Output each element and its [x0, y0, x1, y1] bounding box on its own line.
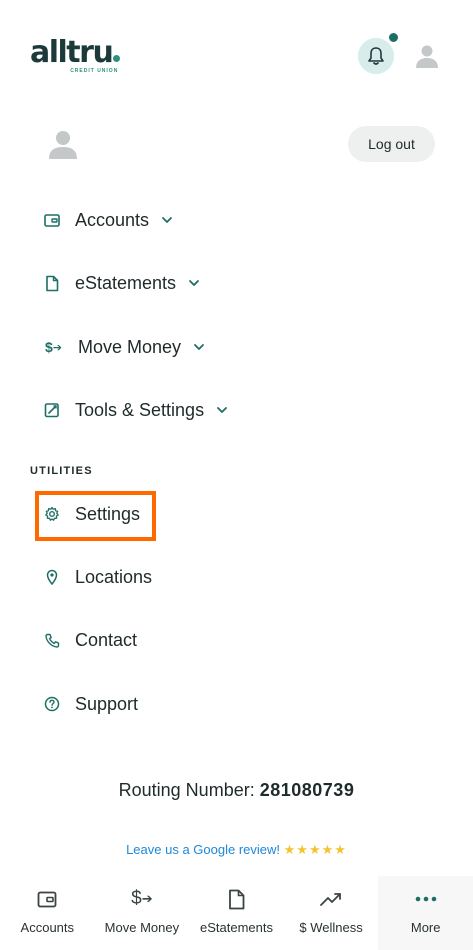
menu-item-move-money[interactable]: $ ➔ Move Money	[40, 329, 207, 365]
review-text: Leave us a Google review!	[126, 842, 281, 857]
nav-more[interactable]: More	[378, 876, 473, 950]
menu-item-label: Support	[75, 693, 139, 714]
nav-estatements[interactable]: eStatements	[189, 876, 284, 950]
menu-item-label: Accounts	[75, 209, 150, 230]
menu-item-label: Locations	[75, 566, 153, 587]
nav-label: More	[410, 920, 441, 935]
google-review-link[interactable]: Leave us a Google review! ★★★★★	[0, 842, 473, 858]
more-icon	[415, 886, 437, 912]
chevron-down-icon	[161, 213, 175, 227]
location-pin-icon	[40, 565, 64, 589]
menu-item-support[interactable]: Support	[40, 686, 138, 722]
bell-icon	[368, 47, 384, 65]
document-icon	[40, 271, 64, 295]
chevron-down-icon	[216, 403, 230, 417]
nav-accounts[interactable]: Accounts	[0, 876, 95, 950]
nav-label: Accounts	[20, 920, 75, 935]
logo-dot	[113, 55, 121, 62]
menu-item-accounts[interactable]: Accounts	[40, 202, 175, 238]
logo-text: alltru	[30, 35, 114, 70]
nav-label: eStatements	[199, 920, 273, 935]
nav-wellness[interactable]: $ Wellness	[284, 876, 379, 950]
notification-badge	[389, 33, 398, 42]
utilities-heading: UTILITIES	[30, 465, 93, 477]
user-icon[interactable]	[414, 43, 440, 69]
tools-icon	[40, 398, 64, 422]
chevron-down-icon	[188, 276, 202, 290]
alltru-logo[interactable]: alltru CREDIT UNION	[30, 35, 121, 74]
routing-label: Routing Number:	[118, 780, 255, 800]
menu-item-label: eStatements	[75, 272, 177, 293]
nav-label: Move Money	[104, 920, 180, 935]
notifications-button[interactable]	[358, 38, 394, 74]
menu-item-label: Settings	[75, 503, 141, 524]
profile-avatar	[49, 131, 77, 159]
menu-item-label: Contact	[75, 629, 138, 650]
bottom-nav: Accounts $ ➔ Move Money eStatements $ Wel…	[0, 876, 473, 950]
logout-button[interactable]: Log out	[348, 126, 435, 162]
menu-item-contact[interactable]: Contact	[40, 622, 137, 658]
routing-number: Routing Number: 281080739	[0, 780, 473, 801]
app-header: alltru CREDIT UNION	[0, 0, 473, 110]
transfer-icon: $ ➔	[44, 339, 62, 355]
gear-icon	[40, 502, 64, 526]
menu-item-tools-settings[interactable]: Tools & Settings	[40, 392, 230, 428]
routing-value: 281080739	[259, 780, 355, 800]
chevron-down-icon	[193, 340, 207, 354]
stars-icon: ★★★★★	[283, 842, 347, 857]
transfer-icon: $ ➔	[131, 888, 153, 909]
menu-item-settings[interactable]: Settings	[40, 496, 140, 532]
menu-item-label: Move Money	[78, 336, 182, 357]
menu-item-locations[interactable]: Locations	[40, 559, 152, 595]
wallet-icon	[40, 208, 64, 232]
menu-item-estatements[interactable]: eStatements	[40, 265, 202, 301]
menu-item-label: Tools & Settings	[75, 399, 205, 420]
wallet-icon	[37, 886, 57, 912]
phone-icon	[40, 628, 64, 652]
document-icon	[228, 886, 245, 912]
trend-icon	[319, 886, 343, 912]
nav-label: $ Wellness	[299, 920, 363, 935]
help-icon	[40, 692, 64, 716]
nav-move-money[interactable]: $ ➔ Move Money	[95, 876, 190, 950]
